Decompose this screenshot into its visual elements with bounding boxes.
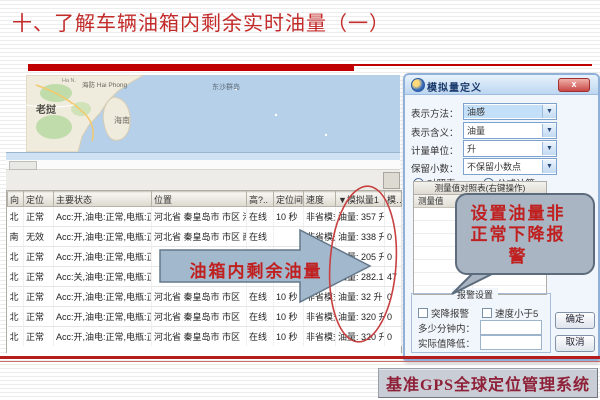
map-view[interactable]: 老挝 海南 东沙群岛 海防 Hai Phong Ha N. [26,75,400,152]
chevron-down-icon[interactable]: ▼ [542,142,556,155]
speed-less-checkbox[interactable]: 速度小于5 [482,306,538,320]
cancel-button[interactable]: 取消 [555,335,595,352]
unit-select[interactable]: 升 ▼ [463,140,557,157]
value-drop-input[interactable] [480,335,542,350]
table-cell: 北 [8,287,24,307]
bubble-callout-label: 设置油量非正常下降报警 [462,203,574,267]
title-divider-bar [28,64,354,71]
map-label: 老挝 [35,103,57,116]
table-cell: 正常 [24,287,54,307]
map-scroll-band[interactable] [6,152,400,160]
tab-strip [6,160,400,170]
table-cell: 在线 [247,307,274,327]
title-divider-line [354,64,592,66]
meaning-select-value: 油量 [464,124,542,137]
table-cell: Acc:开,油电:正常,电瓶:正常,... [54,307,152,327]
table-cell: Acc:开,油电:正常,电瓶:正常,... [54,287,152,307]
footer-brand-box: 基准GPS全球定位管理系统 [378,368,598,398]
column-header[interactable]: 位置 [152,192,247,207]
table-cell: 无效 [24,227,54,247]
table-cell: Acc:开,油电:正常,电瓶:正常,... [54,207,152,227]
sudden-drop-checkbox[interactable]: 突降报警 [418,306,469,320]
table-cell: Acc:开,油电:正常,电瓶:正常,... [54,247,152,267]
column-header[interactable]: 定位间隔 [274,192,304,207]
chevron-down-icon[interactable]: ▼ [542,105,556,118]
ellipse-shape [325,184,401,344]
table-cell: 北 [8,207,24,227]
column-header[interactable]: 主要状态 [54,192,152,207]
table-cell: 河北省 秦皇岛市 市区 港城大.. [152,207,247,227]
field-label-meaning: 表示含义： [411,125,465,139]
table-cell: 10 秒 [274,307,304,327]
checkbox-icon[interactable] [482,308,492,318]
alarm-settings-group: 报警设置 突降报警 速度小于5 多少分钟内： 实际值降低： [411,293,551,353]
table-cell: 河北省 秦皇岛市 市区 [152,307,247,327]
table-cell: 北 [8,327,24,347]
dialog-icon [411,78,425,92]
table-cell: 正常 [24,207,54,227]
column-header[interactable]: 向 [8,192,24,207]
checkbox-label: 速度小于5 [495,309,538,320]
table-cell: 10 秒 [274,207,304,227]
table-cell: 正常 [24,307,54,327]
unit-select-value: 升 [464,142,542,155]
decimal-select[interactable]: 不保留小数点 ▼ [463,158,557,175]
column-header[interactable]: 定位 [24,192,54,207]
column-header[interactable]: 高?.. [247,192,274,207]
bottom-rule [0,356,600,359]
map-islet [275,114,277,116]
chevron-down-icon[interactable]: ▼ [542,160,556,173]
table-cell: 正常 [24,247,54,267]
red-circle-annotation [325,182,405,347]
meaning-select[interactable]: 油量 ▼ [463,122,557,139]
arrow-callout-label: 油箱内剩余油量 [170,257,342,282]
bottom-rule-thin [0,361,600,362]
table-cell: 北 [8,247,24,267]
table-cell: 河北省 秦皇岛市 市区 [152,327,247,347]
map-green-patch [36,115,72,139]
decimal-select-value: 不保留小数点 [464,160,542,173]
table-cell: Acc:开,油电:正常,电瓶:正常,... [54,227,152,247]
table-cell: 10 秒 [274,327,304,347]
table-cell: 南 [8,227,24,247]
table-empty-space [6,346,402,353]
table-cell: 正常 [24,327,54,347]
table-cell: Acc:关,油电:正常,电瓶:正常,... [54,267,152,287]
footer-brand-text: 基准GPS全球定位管理系统 [386,371,590,395]
field-label-unit: 计量单位： [411,143,465,157]
minutes-input[interactable] [480,320,542,335]
checkbox-label: 突降报警 [431,309,469,320]
field-label-decimal: 保留小数： [411,161,465,175]
table-cell: 北 [8,267,24,287]
ok-button[interactable]: 确定 [555,312,595,329]
table-cell: 正常 [24,267,54,287]
method-select[interactable]: 油感 ▼ [463,103,557,120]
dialog-title: 模拟量定义 [427,79,482,94]
map-label: 东沙群岛 [212,82,240,91]
map-islet [325,134,327,136]
map-label: Ha N. [62,78,77,84]
checkbox-icon[interactable] [418,308,428,318]
map-label: 海防 Hai Phong [82,80,128,89]
table-cell: 在线 [247,327,274,347]
chevron-down-icon[interactable]: ▼ [542,124,556,137]
minutes-label: 多少分钟内： [418,321,475,335]
page-title: 十、了解车辆油箱内剩余实时油量（一） [12,7,390,36]
tab-stub[interactable] [9,161,37,170]
slide: 十、了解车辆油箱内剩余实时油量（一） 老挝 海南 东沙群岛 海防 Hai Pho… [0,0,600,400]
field-label-method: 表示方法： [411,106,465,120]
table-cell: Acc:开,油电:正常,电瓶:正常,... [54,327,152,347]
table-cell: 在线 [247,207,274,227]
table-cell: 北 [8,307,24,327]
map-label: 海南 [114,115,130,125]
close-button[interactable]: x [558,78,590,92]
value-drop-label: 实际值降低： [418,336,475,350]
method-select-value: 油感 [464,105,542,118]
